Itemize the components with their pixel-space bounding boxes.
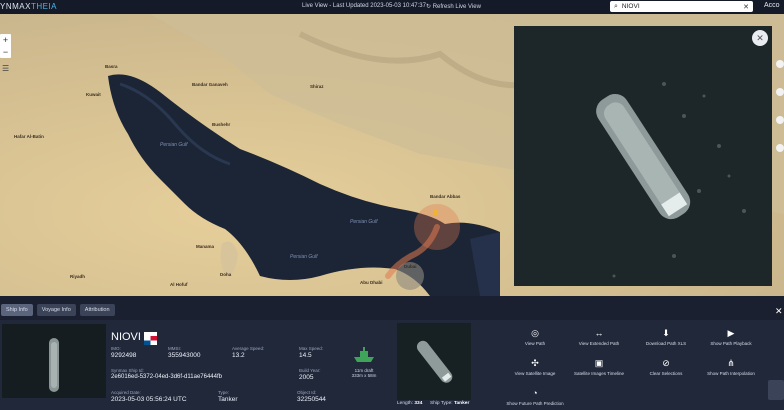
show-path-interpolation-button[interactable]: ⋔ Show Path Interpolation <box>694 357 768 376</box>
object-id-label: Object Id: <box>297 390 317 395</box>
draft-indicator: 11m draft 333m x 58m <box>342 347 386 378</box>
avg-speed-value: 13.2 <box>232 352 245 359</box>
tab-ship-info[interactable]: Ship Info <box>1 304 33 316</box>
max-speed-value: 14.5 <box>299 352 312 359</box>
show-future-path-prediction-button[interactable]: ◔ Show Future Path Prediction <box>498 387 572 406</box>
max-speed-label: Max Speed: <box>299 346 324 351</box>
dimensions-value: 333m x 58m <box>351 373 377 378</box>
object-id-value: 32250544 <box>297 396 326 403</box>
view-satellite-image-button[interactable]: ✣ View Satellite Image <box>498 357 572 376</box>
tab-attribution[interactable]: Attribution <box>79 304 115 316</box>
satellite-icon: ✣ <box>531 358 539 368</box>
play-icon: ▶ <box>727 328 735 338</box>
ship-thumbnail[interactable] <box>2 324 106 398</box>
zoom-out-button[interactable]: − <box>0 46 11 58</box>
avg-speed-label: Average Speed: <box>232 346 265 351</box>
type-label: Type: <box>218 390 230 395</box>
view-path-button[interactable]: ◎ View Path <box>498 327 572 346</box>
account-menu[interactable]: Acco <box>764 2 780 9</box>
ship-id-value: 2e6016ed-5372-04ed-3d6f-d11ae76444fb <box>111 374 222 380</box>
interpolation-icon: ⋔ <box>727 358 735 368</box>
live-view-status: Live View - Last Updated 2023-05-03 10:4… <box>302 3 426 9</box>
ship-name: NIOVI <box>111 331 141 343</box>
place-label-bandar-ganaveh: Bandar Ganaveh <box>192 82 228 87</box>
mmsi-label: MMSI: <box>168 346 181 351</box>
close-panel-button[interactable]: ✕ <box>775 306 783 317</box>
water-label: Persian Gulf <box>160 142 188 148</box>
length-info: Length: 334 <box>397 401 423 406</box>
ship-type-info: Ship Type: Tanker <box>430 401 470 406</box>
layers-menu-icon[interactable]: ☰ <box>2 64 9 73</box>
rail-button[interactable] <box>776 60 784 68</box>
prediction-icon: ◔ <box>532 388 538 398</box>
acquired-date-label: Acquired Date: <box>111 390 141 395</box>
water-label: Persian Gulf <box>290 254 318 260</box>
panel-tabs: Ship Info Voyage Info Attribution <box>0 304 115 318</box>
search-input[interactable]: NIOVI <box>622 3 743 10</box>
refresh-live-view-button[interactable]: ↻ Refresh Live View <box>426 3 481 10</box>
ship-icon <box>354 347 374 362</box>
place-label-abu-dhabi: Abu Dhabi <box>360 280 383 285</box>
zoom-control: + − <box>0 34 11 58</box>
place-label-dubai: Dubai <box>404 264 417 269</box>
download-path-xls-button[interactable]: ⬇ Download Path XLS <box>629 327 703 346</box>
place-label-bushehr: Bushehr <box>212 122 231 127</box>
acquired-date-value: 2023-05-03 05:56:24 UTC <box>111 396 187 403</box>
satellite-images-timeline-button[interactable]: ▣ Satellite Images Timeline <box>562 357 636 376</box>
search-box[interactable]: ⌕ NIOVI ✕ <box>610 1 753 12</box>
view-path-icon: ◎ <box>531 328 539 338</box>
satellite-thumbnail[interactable] <box>397 323 471 400</box>
refresh-icon: ↻ <box>426 4 432 10</box>
place-label-basra: Basra <box>105 64 118 69</box>
download-icon: ⬇ <box>662 328 670 338</box>
type-value: Tanker <box>218 396 238 403</box>
app-logo[interactable]: YNMAXTHEIA <box>0 2 57 11</box>
rail-button[interactable] <box>776 116 784 124</box>
water-label: Persian Gulf <box>350 219 378 225</box>
show-path-playback-button[interactable]: ▶ Show Path Playback <box>694 327 768 346</box>
close-popup-button[interactable]: ✕ <box>752 30 768 46</box>
build-year-value: 2005 <box>299 374 314 381</box>
place-label-riyadh: Riyadh <box>70 274 86 279</box>
place-label-kuwait: Kuwait <box>86 92 101 97</box>
place-label-hafar-al-batin: Hafar Al-Batin <box>14 134 44 139</box>
rail-button[interactable] <box>776 144 784 152</box>
clear-selections-button[interactable]: ⊘ Clear Selections <box>629 357 703 376</box>
image-icon: ▣ <box>594 358 604 368</box>
rail-button[interactable] <box>776 88 784 96</box>
place-label-shiraz: Shiraz <box>310 84 324 89</box>
satellite-image <box>514 26 772 286</box>
place-label-manama: Manama <box>196 244 215 249</box>
build-year-label: Build Year: <box>299 368 321 373</box>
clear-search-icon[interactable]: ✕ <box>743 3 749 11</box>
side-toggle-button[interactable] <box>768 380 784 400</box>
place-label-doha: Doha <box>220 272 232 277</box>
place-label-bandar-abbas: Bandar Abbas <box>430 194 461 199</box>
imo-label: IMO: <box>111 346 121 351</box>
tab-voyage-info[interactable]: Voyage Info <box>36 304 76 316</box>
extended-path-icon: ↔ <box>594 328 604 338</box>
clear-icon: ⊘ <box>662 358 670 368</box>
imo-value: 9292498 <box>111 352 137 359</box>
view-extended-path-button[interactable]: ↔ View Extended Path <box>562 327 636 346</box>
top-bar: YNMAXTHEIA Live View - Last Updated 2023… <box>0 0 784 14</box>
search-icon: ⌕ <box>614 2 618 10</box>
flag-icon <box>144 332 157 345</box>
zoom-in-button[interactable]: + <box>0 34 11 46</box>
satellite-image-popup <box>514 26 772 286</box>
place-label-al-hofuf: Al Hofuf <box>170 282 188 287</box>
ship-id-label: Synmax Ship Id: <box>111 368 144 373</box>
mmsi-value: 355943000 <box>168 352 201 359</box>
